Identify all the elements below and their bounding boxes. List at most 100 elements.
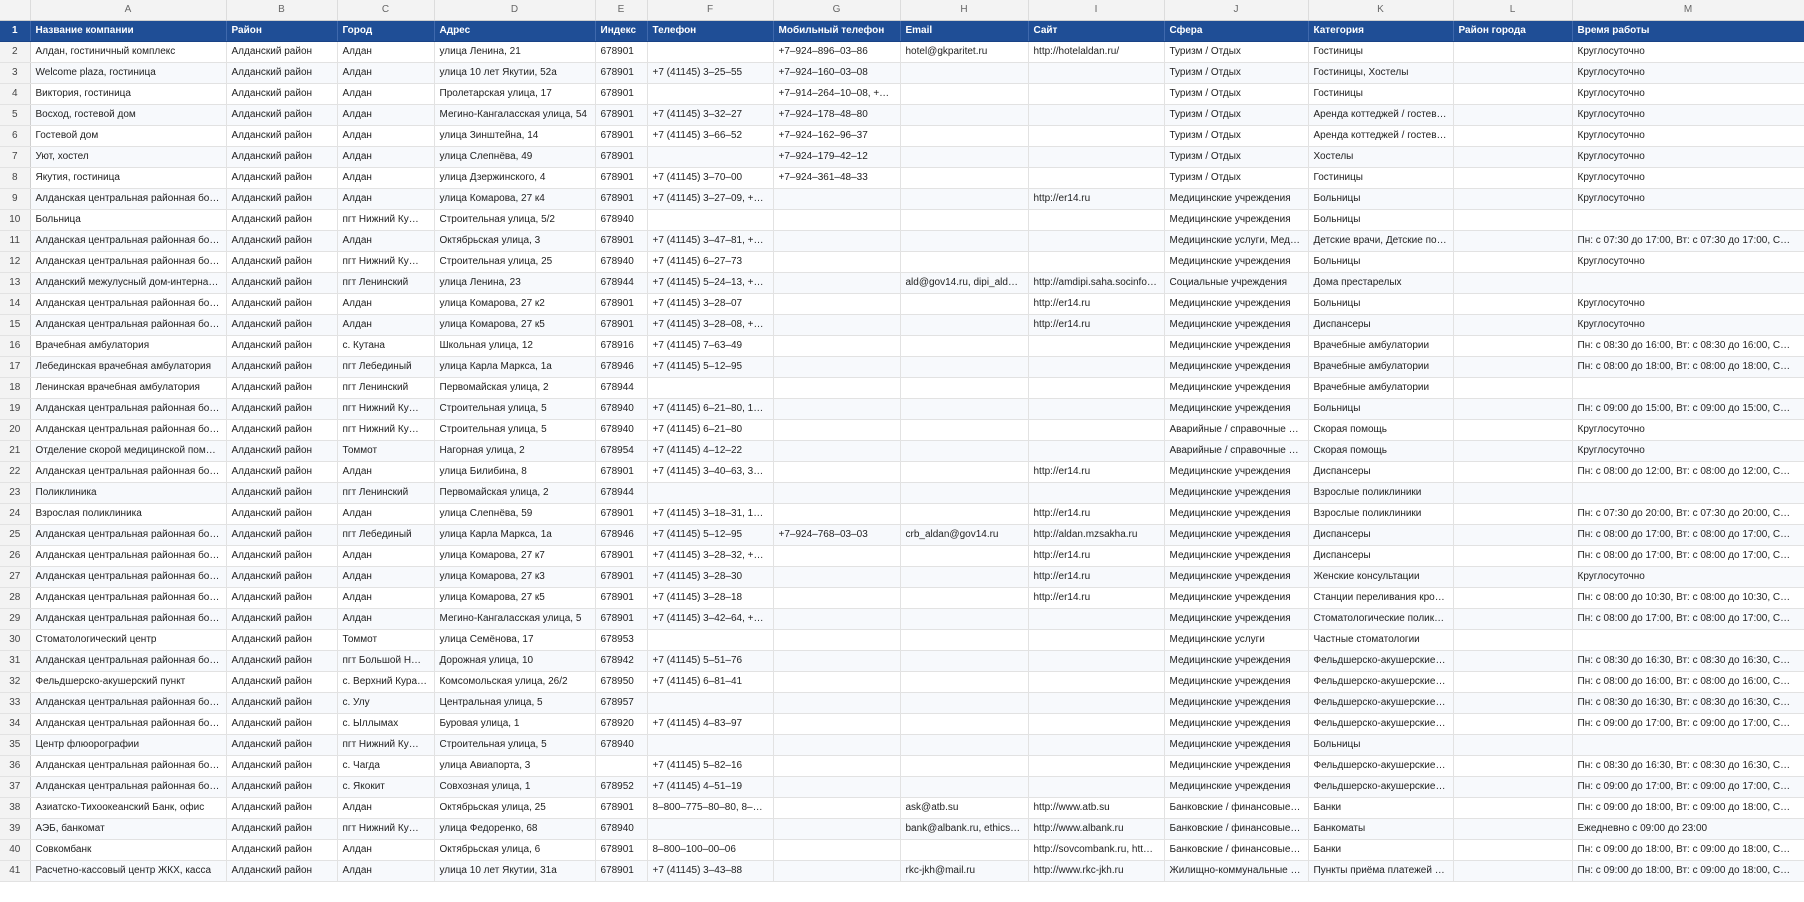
row-number[interactable]: 10 (0, 209, 31, 231)
table-cell[interactable]: Больницы (1308, 734, 1454, 756)
table-cell[interactable]: +7 (41145) 5‒12‒95 (647, 524, 774, 546)
table-cell[interactable] (773, 440, 901, 462)
table-cell[interactable]: Круглосуточно (1572, 440, 1804, 462)
table-cell[interactable]: Алдан (337, 587, 435, 609)
table-cell[interactable] (900, 608, 1029, 630)
table-cell[interactable] (900, 356, 1029, 378)
table-cell[interactable] (773, 734, 901, 756)
table-cell[interactable]: Расчетно-кассовый центр ЖКХ, касса (30, 860, 227, 882)
table-cell[interactable]: пгт Нижний Ку… (337, 818, 435, 840)
table-cell[interactable]: Туризм / Отдых (1164, 167, 1309, 189)
table-cell[interactable]: Банки (1308, 797, 1454, 819)
column-header[interactable]: D (434, 0, 596, 21)
table-cell[interactable] (773, 587, 901, 609)
table-cell[interactable]: +7 (41145) 3‒28‒18 (647, 587, 774, 609)
table-cell[interactable]: Банковские / финансовые … (1164, 839, 1309, 861)
row-number[interactable]: 12 (0, 251, 31, 273)
table-cell[interactable]: Аварийные / справочные … (1164, 419, 1309, 441)
table-cell[interactable]: Медицинские учреждения (1164, 755, 1309, 777)
table-cell[interactable]: Алданский район (226, 188, 338, 210)
column-header[interactable]: A (30, 0, 227, 21)
table-cell[interactable]: пгт Лебединый (337, 524, 435, 546)
row-number[interactable]: 7 (0, 146, 31, 168)
table-cell[interactable] (900, 755, 1029, 777)
table-cell[interactable]: Туризм / Отдых (1164, 83, 1309, 105)
table-cell[interactable] (773, 692, 901, 714)
table-cell[interactable]: 678901 (595, 146, 648, 168)
table-cell[interactable]: 678901 (595, 860, 648, 882)
table-cell[interactable]: +7 (41145) 3‒28‒08, +7… (647, 314, 774, 336)
table-cell[interactable]: пгт Ленинский (337, 482, 435, 504)
table-cell[interactable]: 8‒800‒775‒80‒80, 8‒8… (647, 797, 774, 819)
table-cell[interactable]: +7 (41145) 3‒27‒09, +7… (647, 188, 774, 210)
table-cell[interactable]: Фельдшерско-акушерские… (1308, 650, 1454, 672)
table-cell[interactable]: Больницы (1308, 209, 1454, 231)
table-cell[interactable]: Круглосуточно (1572, 293, 1804, 315)
select-all-corner[interactable] (0, 0, 31, 21)
table-cell[interactable]: Пн: с 07:30 до 20:00, Вт: с 07:30 до 20:… (1572, 503, 1804, 525)
table-cell[interactable]: Взрослые поликлиники (1308, 503, 1454, 525)
table-cell[interactable]: +7 (41145) 3‒28‒30 (647, 566, 774, 588)
table-cell[interactable] (773, 713, 901, 735)
table-cell[interactable]: Алдан (337, 83, 435, 105)
header-cell[interactable]: Телефон (647, 20, 774, 42)
table-cell[interactable]: +7 (41145) 5‒12‒95 (647, 356, 774, 378)
table-cell[interactable]: Медицинские учреждения (1164, 209, 1309, 231)
table-cell[interactable] (900, 671, 1029, 693)
row-number[interactable]: 28 (0, 587, 31, 609)
table-cell[interactable]: Школьная улица, 12 (434, 335, 596, 357)
table-cell[interactable]: Алданская центральная районная бо… (30, 587, 227, 609)
table-cell[interactable] (1572, 377, 1804, 399)
table-cell[interactable]: 678901 (595, 461, 648, 483)
row-number[interactable]: 18 (0, 377, 31, 399)
table-cell[interactable]: Дома престарелых (1308, 272, 1454, 294)
table-cell[interactable]: http://er14.ru (1028, 461, 1165, 483)
table-cell[interactable] (773, 650, 901, 672)
table-cell[interactable] (773, 776, 901, 798)
table-cell[interactable]: http://amdipi.saha.socinfo… (1028, 272, 1165, 294)
table-cell[interactable]: 678901 (595, 188, 648, 210)
table-cell[interactable]: Октябрьская улица, 25 (434, 797, 596, 819)
header-cell[interactable]: Адрес (434, 20, 596, 42)
table-cell[interactable]: улица Ленина, 21 (434, 41, 596, 63)
table-cell[interactable] (1453, 461, 1573, 483)
table-cell[interactable] (773, 398, 901, 420)
table-cell[interactable]: Отделение скорой медицинской пом… (30, 440, 227, 462)
row-number[interactable]: 19 (0, 398, 31, 420)
table-cell[interactable]: 678901 (595, 608, 648, 630)
table-cell[interactable]: с. Верхний Кура… (337, 671, 435, 693)
table-cell[interactable]: Круглосуточно (1572, 62, 1804, 84)
table-cell[interactable]: Женские консультации (1308, 566, 1454, 588)
table-cell[interactable]: 678940 (595, 251, 648, 273)
table-cell[interactable]: Пн: с 08:30 до 16:00, Вт: с 08:30 до 16:… (1572, 335, 1804, 357)
table-cell[interactable] (1028, 608, 1165, 630)
table-cell[interactable]: Жилищно-коммунальные … (1164, 860, 1309, 882)
column-header[interactable]: C (337, 0, 435, 21)
row-number[interactable]: 3 (0, 62, 31, 84)
table-cell[interactable]: +7‒924‒162‒96‒37 (773, 125, 901, 147)
table-cell[interactable] (1453, 398, 1573, 420)
table-cell[interactable]: Алданский район (226, 104, 338, 126)
header-cell[interactable]: Район (226, 20, 338, 42)
table-cell[interactable] (1028, 209, 1165, 231)
table-cell[interactable]: Круглосуточно (1572, 566, 1804, 588)
table-cell[interactable]: Алданская центральная районная бо… (30, 650, 227, 672)
table-cell[interactable]: +7 (41145) 3‒28‒07 (647, 293, 774, 315)
table-cell[interactable]: Пн: с 09:00 до 17:00, Вт: с 09:00 до 17:… (1572, 713, 1804, 735)
table-cell[interactable] (773, 377, 901, 399)
row-number[interactable]: 9 (0, 188, 31, 210)
table-cell[interactable]: Круглосуточно (1572, 419, 1804, 441)
table-cell[interactable]: Алданская центральная районная бо… (30, 461, 227, 483)
table-cell[interactable]: +7 (41145) 6‒21‒80, 1‒… (647, 398, 774, 420)
table-cell[interactable]: Виктория, гостиница (30, 83, 227, 105)
table-cell[interactable] (1453, 692, 1573, 714)
table-cell[interactable] (1453, 167, 1573, 189)
table-cell[interactable]: улица Слепнёва, 49 (434, 146, 596, 168)
table-cell[interactable]: Диспансеры (1308, 314, 1454, 336)
table-cell[interactable]: http://www.albank.ru (1028, 818, 1165, 840)
table-cell[interactable]: Алданский район (226, 272, 338, 294)
table-cell[interactable] (1453, 62, 1573, 84)
table-cell[interactable]: 678916 (595, 335, 648, 357)
table-cell[interactable] (1453, 587, 1573, 609)
column-header[interactable]: B (226, 0, 338, 21)
